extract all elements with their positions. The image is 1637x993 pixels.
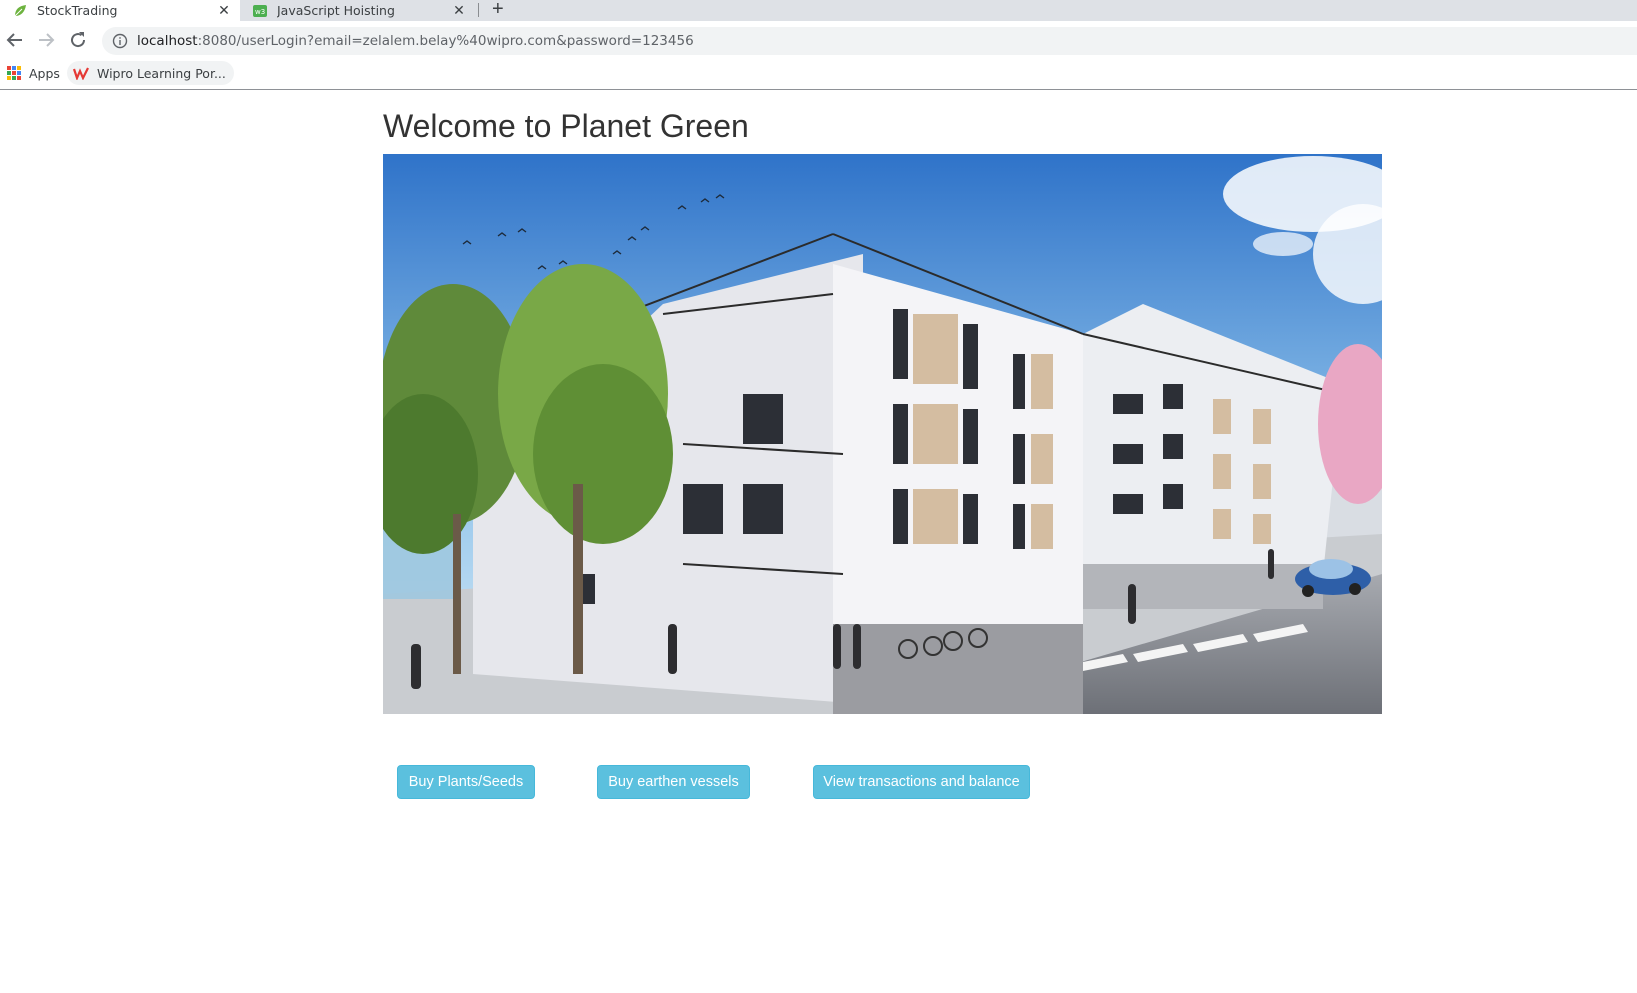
apps-grid-icon: [7, 66, 21, 80]
close-tab-icon[interactable]: ✕: [451, 3, 467, 19]
bookmark-wipro-learning[interactable]: Wipro Learning Por...: [67, 61, 234, 85]
svg-text:w3: w3: [255, 8, 265, 16]
hero-image: [383, 154, 1382, 714]
tab-javascript-hoisting[interactable]: w3 JavaScript Hoisting ✕: [240, 0, 475, 21]
back-icon[interactable]: [3, 28, 27, 52]
url-text[interactable]: localhost:8080/userLogin?email=zelalem.b…: [137, 33, 694, 49]
view-transactions-button[interactable]: View transactions and balance: [813, 765, 1030, 799]
address-bar[interactable]: localhost:8080/userLogin?email=zelalem.b…: [102, 27, 1637, 55]
tab-separator: [478, 3, 479, 17]
tab-title: JavaScript Hoisting: [277, 3, 395, 18]
url-path: :8080/userLogin?email=zelalem.belay%40wi…: [197, 33, 694, 49]
buy-plants-seeds-button[interactable]: Buy Plants/Seeds: [397, 765, 535, 799]
tab-title: StockTrading: [37, 3, 118, 18]
bookmarks-bar: Apps Wipro Learning Por...: [0, 58, 1637, 90]
info-icon[interactable]: [112, 33, 128, 49]
tab-strip: StockTrading ✕ w3 JavaScript Hoisting ✕ …: [0, 0, 1637, 21]
reload-icon[interactable]: [66, 28, 90, 52]
buy-earthen-vessels-button[interactable]: Buy earthen vessels: [597, 765, 750, 799]
bookmark-label: Apps: [29, 65, 60, 81]
new-tab-icon[interactable]: +: [492, 0, 504, 20]
bookmark-label: Wipro Learning Por...: [97, 65, 226, 81]
page-title: Welcome to Planet Green: [383, 108, 749, 144]
url-host: localhost: [137, 33, 198, 49]
wipro-logo-icon: [73, 67, 89, 80]
apartment-building-illustration: [383, 154, 1382, 714]
w3schools-icon: w3: [253, 4, 267, 17]
close-tab-icon[interactable]: ✕: [216, 3, 232, 19]
forward-icon[interactable]: [34, 28, 58, 52]
leaf-icon: [14, 4, 26, 16]
bookmark-apps[interactable]: Apps: [7, 61, 60, 85]
tab-stocktrading[interactable]: StockTrading ✕: [0, 0, 240, 21]
browser-toolbar: localhost:8080/userLogin?email=zelalem.b…: [0, 21, 1637, 58]
